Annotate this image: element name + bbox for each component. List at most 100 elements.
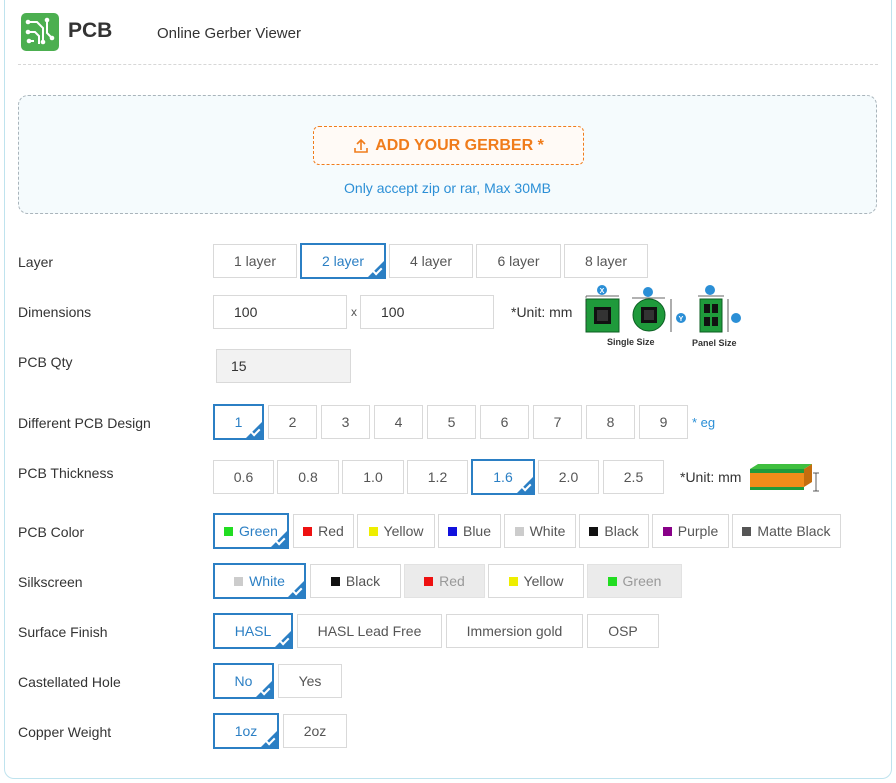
check-icon [372, 265, 383, 276]
thickness-option-1-0[interactable]: 1.0 [342, 460, 404, 494]
design-example-link[interactable]: * eg [692, 415, 715, 430]
layer-label: Layer [18, 254, 54, 270]
check-icon [250, 426, 261, 437]
page-subtitle: Online Gerber Viewer [157, 25, 301, 42]
design-option-9[interactable]: 9 [639, 405, 688, 439]
check-icon [265, 735, 276, 746]
thickness-option-1-2[interactable]: 1.2 [407, 460, 468, 494]
silkscreen-option-label: Black [345, 573, 381, 589]
layer-option-4[interactable]: 4 layer [389, 244, 473, 278]
qty-input[interactable]: 15 [216, 349, 351, 383]
thickness-option-2-0[interactable]: 2.0 [538, 460, 599, 494]
layer-option-2[interactable]: 2 layer [300, 243, 386, 279]
copper-2oz[interactable]: 2oz [283, 714, 347, 748]
add-gerber-button[interactable]: ADD YOUR GERBER * [313, 126, 584, 165]
pcb-color-red[interactable]: Red [293, 514, 354, 548]
layer-option-1[interactable]: 1 layer [213, 244, 297, 278]
color-swatch-icon [662, 526, 672, 536]
check-icon [521, 481, 532, 492]
design-option-label: 2 [288, 414, 297, 430]
axis-x-label: X [600, 288, 605, 295]
layer-option-6[interactable]: 6 layer [476, 244, 561, 278]
pcb-color-black[interactable]: Black [579, 514, 649, 548]
pcb-color-green[interactable]: Green [213, 513, 289, 549]
layer-option-label: 6 layer [497, 253, 540, 269]
design-option-label: 6 [500, 414, 509, 430]
silkscreen-black[interactable]: Black [310, 564, 401, 598]
color-swatch-icon [234, 576, 244, 586]
design-option-label: 9 [659, 414, 668, 430]
design-label: Different PCB Design [18, 415, 151, 431]
silkscreen-red: Red [404, 564, 485, 598]
color-swatch-icon [514, 526, 524, 536]
thickness-option-label: 1.2 [427, 469, 448, 485]
design-option-1[interactable]: 1 [213, 404, 264, 440]
thickness-option-label: 1.6 [493, 469, 513, 485]
check-icon [260, 685, 271, 696]
thickness-label: PCB Thickness [18, 465, 114, 481]
pcb-color-label-text: Matte Black [757, 523, 831, 539]
thickness-option-label: 1.0 [363, 469, 383, 485]
pcb-color-label-text: Red [318, 523, 344, 539]
design-option-7[interactable]: 7 [533, 405, 582, 439]
dimension-unit: *Unit: mm [511, 304, 573, 320]
design-option-label: 7 [553, 414, 562, 430]
color-swatch-icon [424, 576, 434, 586]
design-option-4[interactable]: 4 [374, 405, 423, 439]
design-option-label: 1 [234, 414, 243, 430]
castellated-yes[interactable]: Yes [278, 664, 342, 698]
pcb-color-yellow[interactable]: Yellow [357, 514, 435, 548]
thickness-diagram [750, 462, 824, 494]
dimension-x-input[interactable]: 100 [213, 295, 347, 329]
castellated-option-label: No [234, 673, 253, 689]
design-option-label: 3 [341, 414, 350, 430]
check-icon [275, 535, 286, 546]
design-option-2[interactable]: 2 [268, 405, 317, 439]
header: PCB Online Gerber Viewer [0, 0, 896, 66]
color-swatch-icon [508, 576, 518, 586]
color-swatch-icon [447, 526, 457, 536]
color-swatch-icon [303, 526, 313, 536]
copper-1oz[interactable]: 1oz [213, 713, 279, 749]
silkscreen-white[interactable]: White [213, 563, 306, 599]
upload-icon [353, 138, 369, 154]
castellated-no[interactable]: No [213, 663, 274, 699]
layer-option-8[interactable]: 8 layer [564, 244, 648, 278]
finish-hasl-lead-free[interactable]: HASL Lead Free [297, 614, 442, 648]
design-option-5[interactable]: 5 [427, 405, 476, 439]
pcb-color-matte-black[interactable]: Matte Black [732, 514, 841, 548]
pcb-color-white[interactable]: White [504, 514, 576, 548]
axis-y-label: Y [679, 316, 684, 323]
castellated-label: Castellated Hole [18, 674, 121, 690]
pcb-color-purple[interactable]: Purple [652, 514, 729, 548]
pcb-color-label: PCB Color [18, 524, 85, 540]
finish-hasl[interactable]: HASL [213, 613, 293, 649]
design-option-label: 4 [394, 414, 403, 430]
single-size-diagram: X Y [585, 284, 690, 336]
silkscreen-option-label: White [249, 573, 285, 589]
finish-option-label: OSP [608, 623, 638, 639]
silkscreen-option-label: Green [622, 573, 662, 589]
surface-finish-label: Surface Finish [18, 624, 108, 640]
silkscreen-green: Green [587, 564, 682, 598]
silkscreen-yellow[interactable]: Yellow [488, 564, 584, 598]
castellated-option-label: Yes [298, 673, 322, 689]
design-option-8[interactable]: 8 [586, 405, 635, 439]
thickness-option-1-6[interactable]: 1.6 [471, 459, 535, 495]
layer-option-label: 2 layer [321, 253, 365, 269]
design-option-3[interactable]: 3 [321, 405, 370, 439]
finish-immersion-gold[interactable]: Immersion gold [446, 614, 583, 648]
thickness-option-2-5[interactable]: 2.5 [603, 460, 664, 494]
panel-size-diagram [694, 284, 746, 336]
design-option-6[interactable]: 6 [480, 405, 529, 439]
panel-size-caption: Panel Size [692, 338, 737, 348]
thickness-option-0-8[interactable]: 0.8 [277, 460, 339, 494]
thickness-option-0-6[interactable]: 0.6 [213, 460, 274, 494]
finish-option-label: Immersion gold [466, 623, 563, 639]
upload-dropzone[interactable]: ADD YOUR GERBER * Only accept zip or rar… [18, 95, 877, 214]
pcb-color-blue[interactable]: Blue [438, 514, 501, 548]
dimensions-label: Dimensions [18, 304, 92, 320]
copper-option-label: 2oz [303, 723, 327, 739]
finish-osp[interactable]: OSP [587, 614, 659, 648]
dimension-y-input[interactable]: 100 [360, 295, 494, 329]
